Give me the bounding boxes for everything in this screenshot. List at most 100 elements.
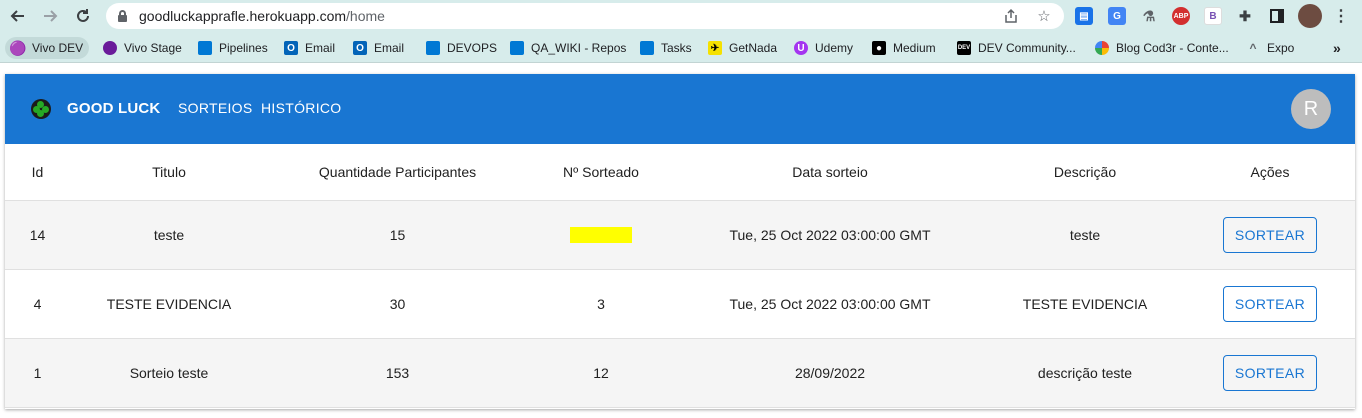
bookmark-label: Medium xyxy=(893,41,936,55)
cell-quantidade: 30 xyxy=(268,269,527,339)
translate-icon[interactable]: G xyxy=(1108,7,1126,25)
bookmark-item[interactable]: ● Medium xyxy=(872,37,936,59)
medium-icon: ● xyxy=(872,41,886,55)
cell-titulo: teste xyxy=(70,200,268,270)
bookmark-item[interactable]: QA_WIKI - Repos xyxy=(510,37,626,59)
expo-icon: ^ xyxy=(1249,41,1257,55)
kebab-menu-icon[interactable]: ⋮ xyxy=(1332,7,1350,25)
bookmarks-bar: 🟣 Vivo DEV Vivo Stage Pipelines O Email OE… xyxy=(0,33,1362,63)
bookmark-item[interactable]: U Udemy xyxy=(794,37,853,59)
cell-acoes: SORTEAR xyxy=(1185,269,1355,339)
azure-devops-icon xyxy=(198,41,212,55)
clover-logo-icon xyxy=(31,99,51,119)
cell-id: 1 xyxy=(5,338,70,408)
app-container: GOOD LUCK SORTEIOS HISTÓRICO R Id Titulo… xyxy=(5,74,1355,409)
cell-titulo: TESTE EVIDENCIA xyxy=(70,269,268,339)
cell-sorteado: 3 xyxy=(527,269,675,339)
bookmark-label: Vivo DEV xyxy=(32,41,84,55)
bookmark-label: DEV Community... xyxy=(978,41,1076,55)
bookmark-item[interactable]: DEV DEV Community... xyxy=(957,37,1076,59)
bookmark-label: QA_WIKI - Repos xyxy=(531,41,627,55)
bookmark-item[interactable]: Pipelines xyxy=(198,37,268,59)
table-row: 4 TESTE EVIDENCIA 30 3 Tue, 25 Oct 2022 … xyxy=(5,269,1355,339)
star-icon[interactable]: ☆ xyxy=(1035,7,1053,25)
table-row: 14 teste 15 Tue, 25 Oct 2022 03:00:00 GM… xyxy=(5,200,1355,270)
bookmark-item[interactable]: Blog Cod3r - Conte... xyxy=(1095,37,1229,59)
bookmark-item[interactable]: ✈ GetNada xyxy=(708,37,777,59)
bookmark-item[interactable]: DEVOPS xyxy=(426,37,497,59)
bookmark-label: DEVOPS xyxy=(447,41,498,55)
side-panel-icon[interactable] xyxy=(1268,7,1286,25)
nav-historico[interactable]: HISTÓRICO xyxy=(261,100,341,116)
sortear-button[interactable]: SORTEAR xyxy=(1223,285,1317,322)
bookmark-label: GetNada xyxy=(729,41,778,55)
bookmark-label: Vivo Stage xyxy=(124,41,182,55)
bookmark-label: Blog Cod3r - Conte... xyxy=(1116,41,1229,55)
app-header: GOOD LUCK SORTEIOS HISTÓRICO R xyxy=(5,74,1355,144)
header-descricao: Descrição xyxy=(985,144,1185,201)
sortear-button[interactable]: SORTEAR xyxy=(1223,354,1317,391)
adblock-icon[interactable]: ABP xyxy=(1172,7,1190,25)
cell-id: 4 xyxy=(5,269,70,339)
bookmark-label: Email xyxy=(374,41,405,55)
highlighted-empty-value xyxy=(570,227,632,244)
bookmark-item[interactable]: 🟣 Vivo DEV xyxy=(5,37,90,59)
header-titulo: Titulo xyxy=(70,144,268,201)
header-data: Data sorteio xyxy=(675,144,985,201)
cell-sorteado xyxy=(527,200,675,270)
bookmark-label: Tasks xyxy=(661,41,692,55)
person-icon xyxy=(103,41,117,55)
cell-data: Tue, 25 Oct 2022 03:00:00 GMT xyxy=(675,200,985,270)
header-quantidade: Quantidade Participantes xyxy=(268,144,527,201)
cell-quantidade: 153 xyxy=(268,338,527,408)
bookmark-item[interactable]: O Email xyxy=(284,37,335,59)
avatar[interactable]: R xyxy=(1291,89,1331,129)
header-acoes: Ações xyxy=(1185,144,1355,201)
dev-icon: DEV xyxy=(957,41,971,55)
cell-descricao: teste xyxy=(985,200,1185,270)
draws-table: Id Titulo Quantidade Participantes Nº So… xyxy=(5,144,1355,408)
outlook-icon: O xyxy=(353,41,367,55)
contact-card-icon[interactable]: ▤ xyxy=(1075,7,1093,25)
azure-devops-icon xyxy=(640,41,654,55)
bookmark-label: Email xyxy=(305,41,336,55)
cell-titulo: Sorteio teste xyxy=(70,338,268,408)
bookmark-label: Udemy xyxy=(815,41,854,55)
cell-descricao: descrição teste xyxy=(985,338,1185,408)
bookmark-item[interactable]: Vivo Stage xyxy=(103,37,182,59)
chevron-double-right-icon[interactable]: » xyxy=(1333,37,1341,59)
reload-icon[interactable] xyxy=(71,5,95,27)
bookmark-item[interactable]: ^ Expo xyxy=(1246,37,1294,59)
cell-id: 14 xyxy=(5,200,70,270)
outlook-icon: O xyxy=(284,41,298,55)
lock-icon[interactable] xyxy=(118,10,127,22)
bookmark-item[interactable]: Tasks xyxy=(640,37,692,59)
azure-devops-icon xyxy=(510,41,524,55)
cell-data: Tue, 25 Oct 2022 03:00:00 GMT xyxy=(675,269,985,339)
profile-avatar-icon[interactable] xyxy=(1298,4,1322,28)
sortear-button[interactable]: SORTEAR xyxy=(1223,216,1317,253)
google-icon xyxy=(1095,41,1109,55)
address-bar[interactable]: goodluckapprafle.herokuapp.com/home ☆ xyxy=(106,3,1064,29)
azure-devops-icon xyxy=(426,41,440,55)
cell-quantidade: 15 xyxy=(268,200,527,270)
table-row: 1 Sorteio teste 153 12 28/09/2022 descri… xyxy=(5,338,1355,408)
header-sorteado: Nº Sorteado xyxy=(527,144,675,201)
bookmark-item[interactable]: O Email xyxy=(353,37,404,59)
nav-sorteios[interactable]: SORTEIOS xyxy=(178,100,253,116)
url-text: goodluckapprafle.herokuapp.com/home xyxy=(139,8,385,24)
back-arrow-icon[interactable] xyxy=(6,5,30,27)
header-id: Id xyxy=(5,144,70,201)
bootstrap-icon[interactable]: B xyxy=(1204,7,1222,25)
udemy-icon: U xyxy=(794,41,808,55)
flask-icon[interactable]: ⚗ xyxy=(1140,7,1158,25)
extensions-puzzle-icon[interactable]: ✚ xyxy=(1236,7,1254,25)
forward-arrow-icon[interactable] xyxy=(38,5,62,27)
cell-descricao: TESTE EVIDENCIA xyxy=(985,269,1185,339)
browser-toolbar: goodluckapprafle.herokuapp.com/home ☆ ▤ … xyxy=(0,0,1362,33)
cell-acoes: SORTEAR xyxy=(1185,200,1355,270)
brand-title[interactable]: GOOD LUCK xyxy=(67,100,160,117)
share-icon[interactable] xyxy=(1002,7,1020,25)
cell-sorteado: 12 xyxy=(527,338,675,408)
person-icon: 🟣 xyxy=(9,39,27,56)
